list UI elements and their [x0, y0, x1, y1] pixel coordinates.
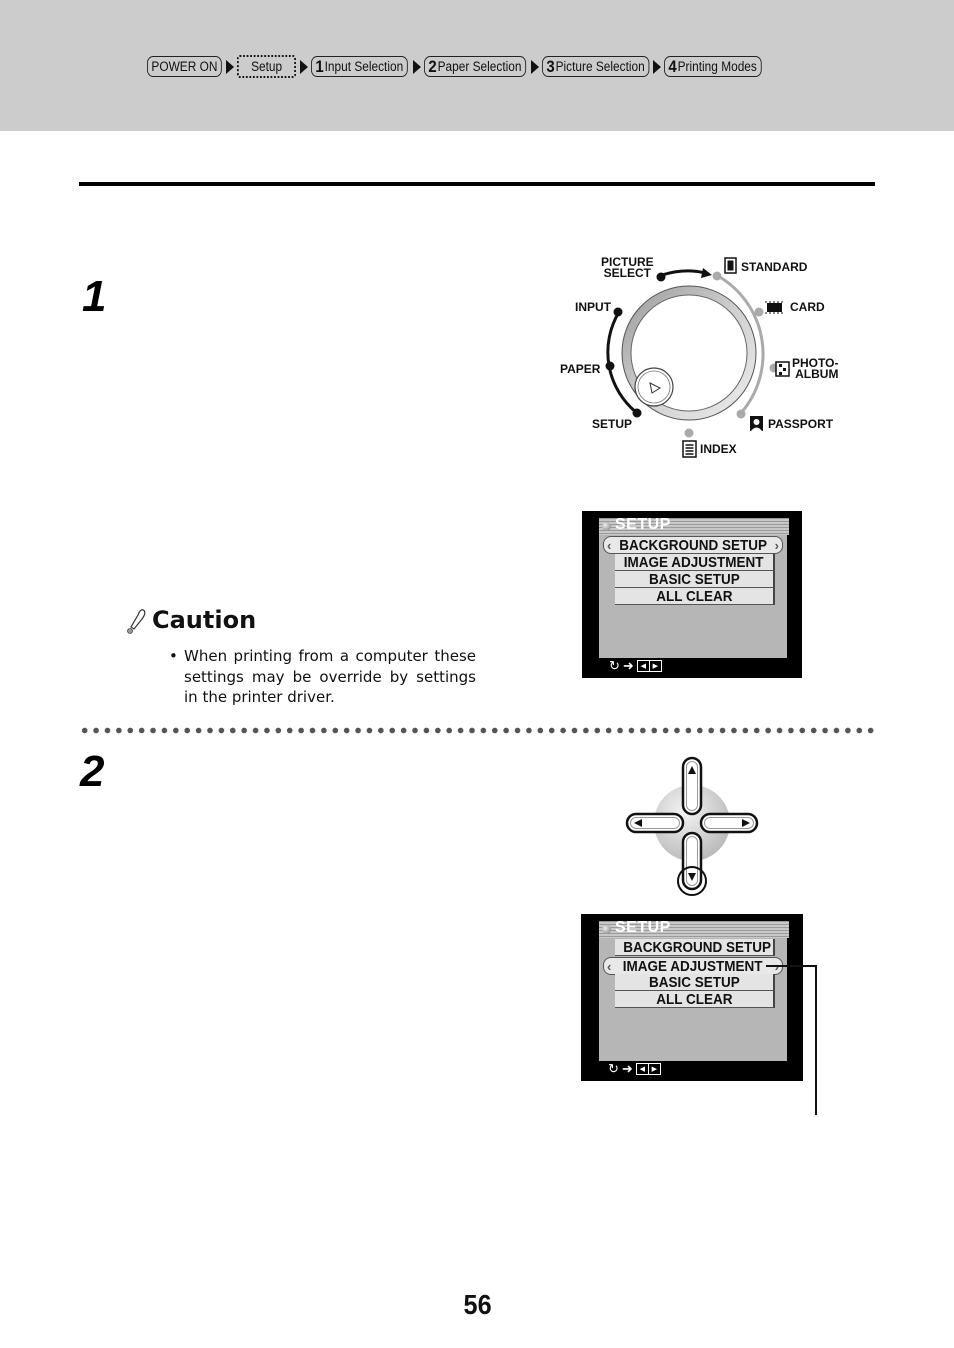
breadcrumb-arrow-icon — [530, 59, 539, 74]
dpad-illustration — [625, 756, 759, 896]
section-rule — [79, 182, 875, 186]
caution-pen-icon — [127, 609, 146, 634]
breadcrumb-paper-selection[interactable]: 2 Paper Selection — [424, 56, 526, 77]
lcd-menu-item[interactable]: BACKGROUND SETUP — [615, 939, 775, 956]
breadcrumb-arrow-icon — [652, 59, 661, 74]
callout-line — [766, 965, 817, 1115]
dpad-right-button[interactable] — [699, 812, 759, 834]
dial-label-photo-album: PHOTO- ALBUM — [792, 356, 839, 381]
dial-label-input: INPUT — [575, 300, 611, 314]
dotted-separator — [79, 727, 879, 734]
lcd-menu-item[interactable]: ALL CLEAR — [615, 588, 775, 605]
lcd-title: SETUP — [615, 919, 671, 936]
breadcrumb-arrow-icon — [226, 59, 235, 74]
photo-album-icon — [775, 361, 790, 377]
dpad-left-button[interactable] — [625, 812, 685, 834]
lcd-screen-1: SETUP BACKGROUND SETUP IMAGE ADJUSTMENT … — [582, 511, 802, 678]
left-right-keys-icon: ◀ ▶ — [636, 660, 662, 672]
lcd-bulb-icon — [602, 925, 611, 934]
bullet: • — [169, 647, 178, 665]
arrow-right-icon: ➜ — [621, 1061, 633, 1076]
dial-label-passport: PASSPORT — [768, 417, 834, 431]
dial-label-picture-select: PICTURE SELECT — [601, 255, 654, 280]
caution-title: Caution — [152, 606, 257, 634]
lcd-menu-item[interactable]: ALL CLEAR — [615, 991, 775, 1008]
lcd-menu-item[interactable]: BASIC SETUP — [615, 974, 775, 991]
dial-label-standard: STANDARD — [741, 260, 808, 274]
lcd-menu-item-selected[interactable]: BACKGROUND SETUP — [603, 536, 783, 554]
breadcrumb-input-selection[interactable]: 1 Input Selection — [311, 56, 408, 77]
page-number: 56 — [463, 1289, 492, 1320]
dial-top-arrow — [661, 269, 706, 277]
dial-label-card: CARD — [790, 300, 825, 314]
breadcrumb-arrow-icon — [300, 59, 309, 74]
breadcrumb-picture-selection[interactable]: 3 Picture Selection — [541, 56, 650, 77]
lcd-title-bar: SETUP — [599, 919, 789, 938]
lcd-title: SETUP — [615, 516, 671, 533]
breadcrumb: POWER ON Setup 1 Input Selection 2 Paper S… — [147, 55, 774, 78]
lcd-footer: ↻ ➜ ◀ ▶ — [609, 658, 662, 673]
breadcrumb-printing-modes[interactable]: 4 Printing Modes — [663, 56, 761, 77]
dpad-up-button[interactable] — [681, 756, 703, 816]
breadcrumb-arrow-icon — [413, 59, 422, 74]
dial-label-paper: PAPER — [560, 362, 601, 376]
caution-text: • When printing from a computer these se… — [169, 647, 476, 706]
passport-icon — [750, 416, 763, 431]
card-icon — [765, 301, 784, 314]
lcd-title-bar: SETUP — [599, 516, 789, 535]
index-icon — [682, 440, 697, 458]
step-number-1: 1 — [82, 272, 107, 321]
lcd-menu-item[interactable]: IMAGE ADJUSTMENT — [615, 554, 775, 571]
dial-label-setup: SETUP — [592, 417, 633, 431]
breadcrumb-setup[interactable]: Setup — [237, 55, 297, 78]
dial-label-index: INDEX — [700, 442, 737, 456]
step-number-2: 2 — [80, 747, 105, 796]
arrow-right-icon: ➜ — [622, 658, 634, 673]
lcd-footer: ↻ ➜ ◀ ▶ — [608, 1061, 661, 1076]
lcd-menu-item[interactable]: BASIC SETUP — [615, 571, 775, 588]
left-right-keys-icon: ◀ ▶ — [635, 1063, 661, 1075]
lcd-menu-item-selected[interactable]: IMAGE ADJUSTMENT — [603, 957, 783, 975]
cycle-icon: ↻ — [609, 658, 620, 673]
dial-knob[interactable] — [621, 285, 757, 421]
breadcrumb-power-on[interactable]: POWER ON — [147, 56, 222, 77]
lcd-bulb-icon — [602, 522, 611, 531]
cycle-icon: ↻ — [608, 1061, 619, 1076]
dpad-down-button[interactable] — [681, 831, 703, 891]
